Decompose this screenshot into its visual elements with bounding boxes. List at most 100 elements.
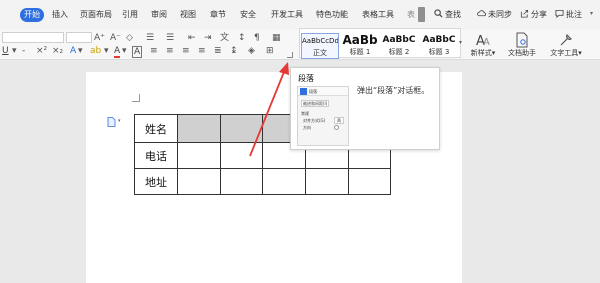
sync-button[interactable]: 未同步	[477, 8, 512, 22]
sync-label: 未同步	[488, 10, 512, 19]
share-label: 分享	[531, 10, 547, 19]
paragraph-handle-icon[interactable]	[107, 117, 116, 127]
outdent-icon[interactable]: ⇤	[188, 33, 196, 43]
style-normal-name: 正文	[313, 49, 327, 57]
highlight-dropdown-icon[interactable]: ▾	[104, 46, 109, 56]
font-color-button[interactable]: A	[114, 46, 121, 58]
doc-assistant-label: 文档助手	[508, 49, 536, 57]
line-spacing-icon[interactable]: ↨	[230, 46, 238, 56]
more-tabs-icon[interactable]	[418, 7, 425, 22]
table-cell[interactable]	[220, 142, 263, 169]
style-heading-1-sample: AaBb	[342, 33, 378, 47]
table-cell[interactable]	[305, 168, 349, 195]
style-heading-2[interactable]: AaBbC 标题 2	[380, 33, 418, 59]
share-icon	[520, 9, 529, 18]
strikethrough-icon[interactable]: -	[22, 46, 25, 56]
tab-security[interactable]: 安全	[240, 8, 256, 22]
font-shrink-icon[interactable]: A⁻	[110, 33, 121, 43]
tab-review[interactable]: 审阅	[151, 8, 167, 22]
shading-icon[interactable]: ◈	[248, 46, 255, 56]
search-button[interactable]: 查找	[434, 8, 461, 22]
tab-start[interactable]: 开始	[20, 8, 44, 22]
table-cell[interactable]	[177, 168, 221, 195]
bullet-list-icon[interactable]: ☰	[146, 33, 154, 43]
tooltip-title: 段落	[298, 74, 314, 83]
tab-view[interactable]: 视图	[180, 8, 196, 22]
underline-dropdown-icon[interactable]: ▾	[12, 46, 17, 56]
style-heading-2-sample: AaBbC	[382, 35, 416, 45]
tab-special-features[interactable]: 特色功能	[316, 8, 348, 22]
table-cell[interactable]	[220, 114, 263, 143]
tab-table-tools[interactable]: 表格工具	[362, 8, 394, 22]
comment-label: 批注	[566, 10, 582, 19]
font-grow-icon[interactable]: A⁺	[94, 33, 105, 43]
style-heading-1[interactable]: AaBb 标题 1	[341, 33, 379, 59]
tab-insert[interactable]: 插入	[52, 8, 68, 22]
text-effect-button[interactable]: A	[70, 46, 76, 56]
table-cell-phone-label[interactable]: 电话	[134, 142, 178, 169]
preview-align-value: 两	[334, 117, 344, 124]
tab-chapter[interactable]: 章节	[210, 8, 226, 22]
preview-align-label: 对齐方式(G)	[303, 118, 326, 123]
table-cell[interactable]	[220, 168, 263, 195]
doc-assistant-button[interactable]: 文档助手	[505, 32, 539, 58]
cloud-sync-icon	[477, 10, 486, 17]
clear-format-icon[interactable]: ◇	[126, 33, 133, 43]
font-color-dropdown-icon[interactable]: ▾	[122, 46, 127, 56]
indent-icon[interactable]: ⇥	[204, 33, 212, 43]
table-cell[interactable]	[177, 114, 221, 143]
new-style-icon: AA	[476, 34, 490, 48]
comment-icon	[555, 9, 564, 18]
preview-indent-tab: 缩进和间距(I)	[301, 100, 330, 107]
sort-icon[interactable]: ↕	[238, 33, 246, 43]
preview-direction-label: 方向	[303, 125, 311, 130]
borders-icon[interactable]: ⊞	[266, 46, 274, 56]
underline-button[interactable]: U	[2, 46, 9, 56]
font-size-input[interactable]	[66, 32, 92, 43]
text-tools-button[interactable]: 文字工具▾	[545, 32, 587, 58]
highlight-icon[interactable]: ab	[90, 46, 101, 56]
more-styles-icon[interactable]: ▾	[459, 28, 464, 58]
menu-bar: 开始 插入 页面布局 引用 审阅 视图 章节 安全 开发工具 特色功能 表格工具…	[0, 0, 600, 30]
tab-developer[interactable]: 开发工具	[271, 8, 303, 22]
doc-assistant-icon	[516, 32, 528, 48]
tab-references[interactable]: 引用	[122, 8, 138, 22]
style-heading-3-name: 标题 3	[428, 48, 450, 56]
preview-direction-radio	[334, 125, 339, 130]
subscript-icon[interactable]: ×₂	[52, 46, 63, 56]
align-justify-icon[interactable]: ≡	[198, 46, 206, 56]
font-name-input[interactable]	[2, 32, 64, 43]
table-cell-address-label[interactable]: 地址	[134, 168, 178, 195]
tab-table-style[interactable]: 表	[407, 8, 415, 22]
table-cell[interactable]	[262, 168, 306, 195]
char-border-button[interactable]: A	[132, 46, 143, 58]
table-insert-icon[interactable]: ▦	[272, 33, 281, 43]
style-normal-sample: AaBbCcDd	[302, 37, 338, 45]
align-center-icon[interactable]: ≡	[166, 46, 174, 56]
chinese-layout-icon[interactable]: 文	[220, 33, 229, 43]
paragraph-handle-dropdown-icon[interactable]: ▾	[118, 118, 121, 124]
align-left-icon[interactable]: ≡	[150, 46, 158, 56]
show-marks-icon[interactable]: ¶	[254, 33, 260, 43]
paragraph-dialog-preview: 段落 缩进和间距(I) 常规 对齐方式(G) 两 方向	[297, 86, 349, 146]
style-heading-3[interactable]: AaBbC 标题 3	[419, 33, 459, 59]
comment-dropdown-icon[interactable]: ▾	[590, 10, 593, 17]
style-heading-1-name: 标题 1	[349, 48, 371, 56]
align-right-icon[interactable]: ≡	[182, 46, 190, 56]
paragraph-dialog-launcher-icon[interactable]	[287, 52, 293, 58]
comment-button[interactable]: 批注	[555, 8, 582, 22]
new-style-button[interactable]: AA 新样式▾	[466, 32, 500, 58]
numbered-list-icon[interactable]: ☰	[166, 33, 174, 43]
margin-corner-top-left	[132, 94, 140, 102]
paragraph-tooltip: 段落 段落 缩进和间距(I) 常规 对齐方式(G) 两 方向 弹出“段落”对话框…	[290, 67, 440, 150]
superscript-icon[interactable]: ×²	[36, 46, 47, 56]
tab-page-layout[interactable]: 页面布局	[80, 8, 112, 22]
table-cell[interactable]	[348, 168, 391, 195]
search-label: 查找	[445, 10, 461, 19]
distributed-align-icon[interactable]: ≣	[214, 46, 222, 56]
text-effect-dropdown-icon[interactable]: ▾	[78, 46, 83, 56]
style-normal[interactable]: AaBbCcDd 正文	[301, 33, 339, 59]
share-button[interactable]: 分享	[520, 8, 547, 22]
table-cell-name-label[interactable]: 姓名	[134, 114, 178, 143]
table-cell[interactable]	[177, 142, 221, 169]
